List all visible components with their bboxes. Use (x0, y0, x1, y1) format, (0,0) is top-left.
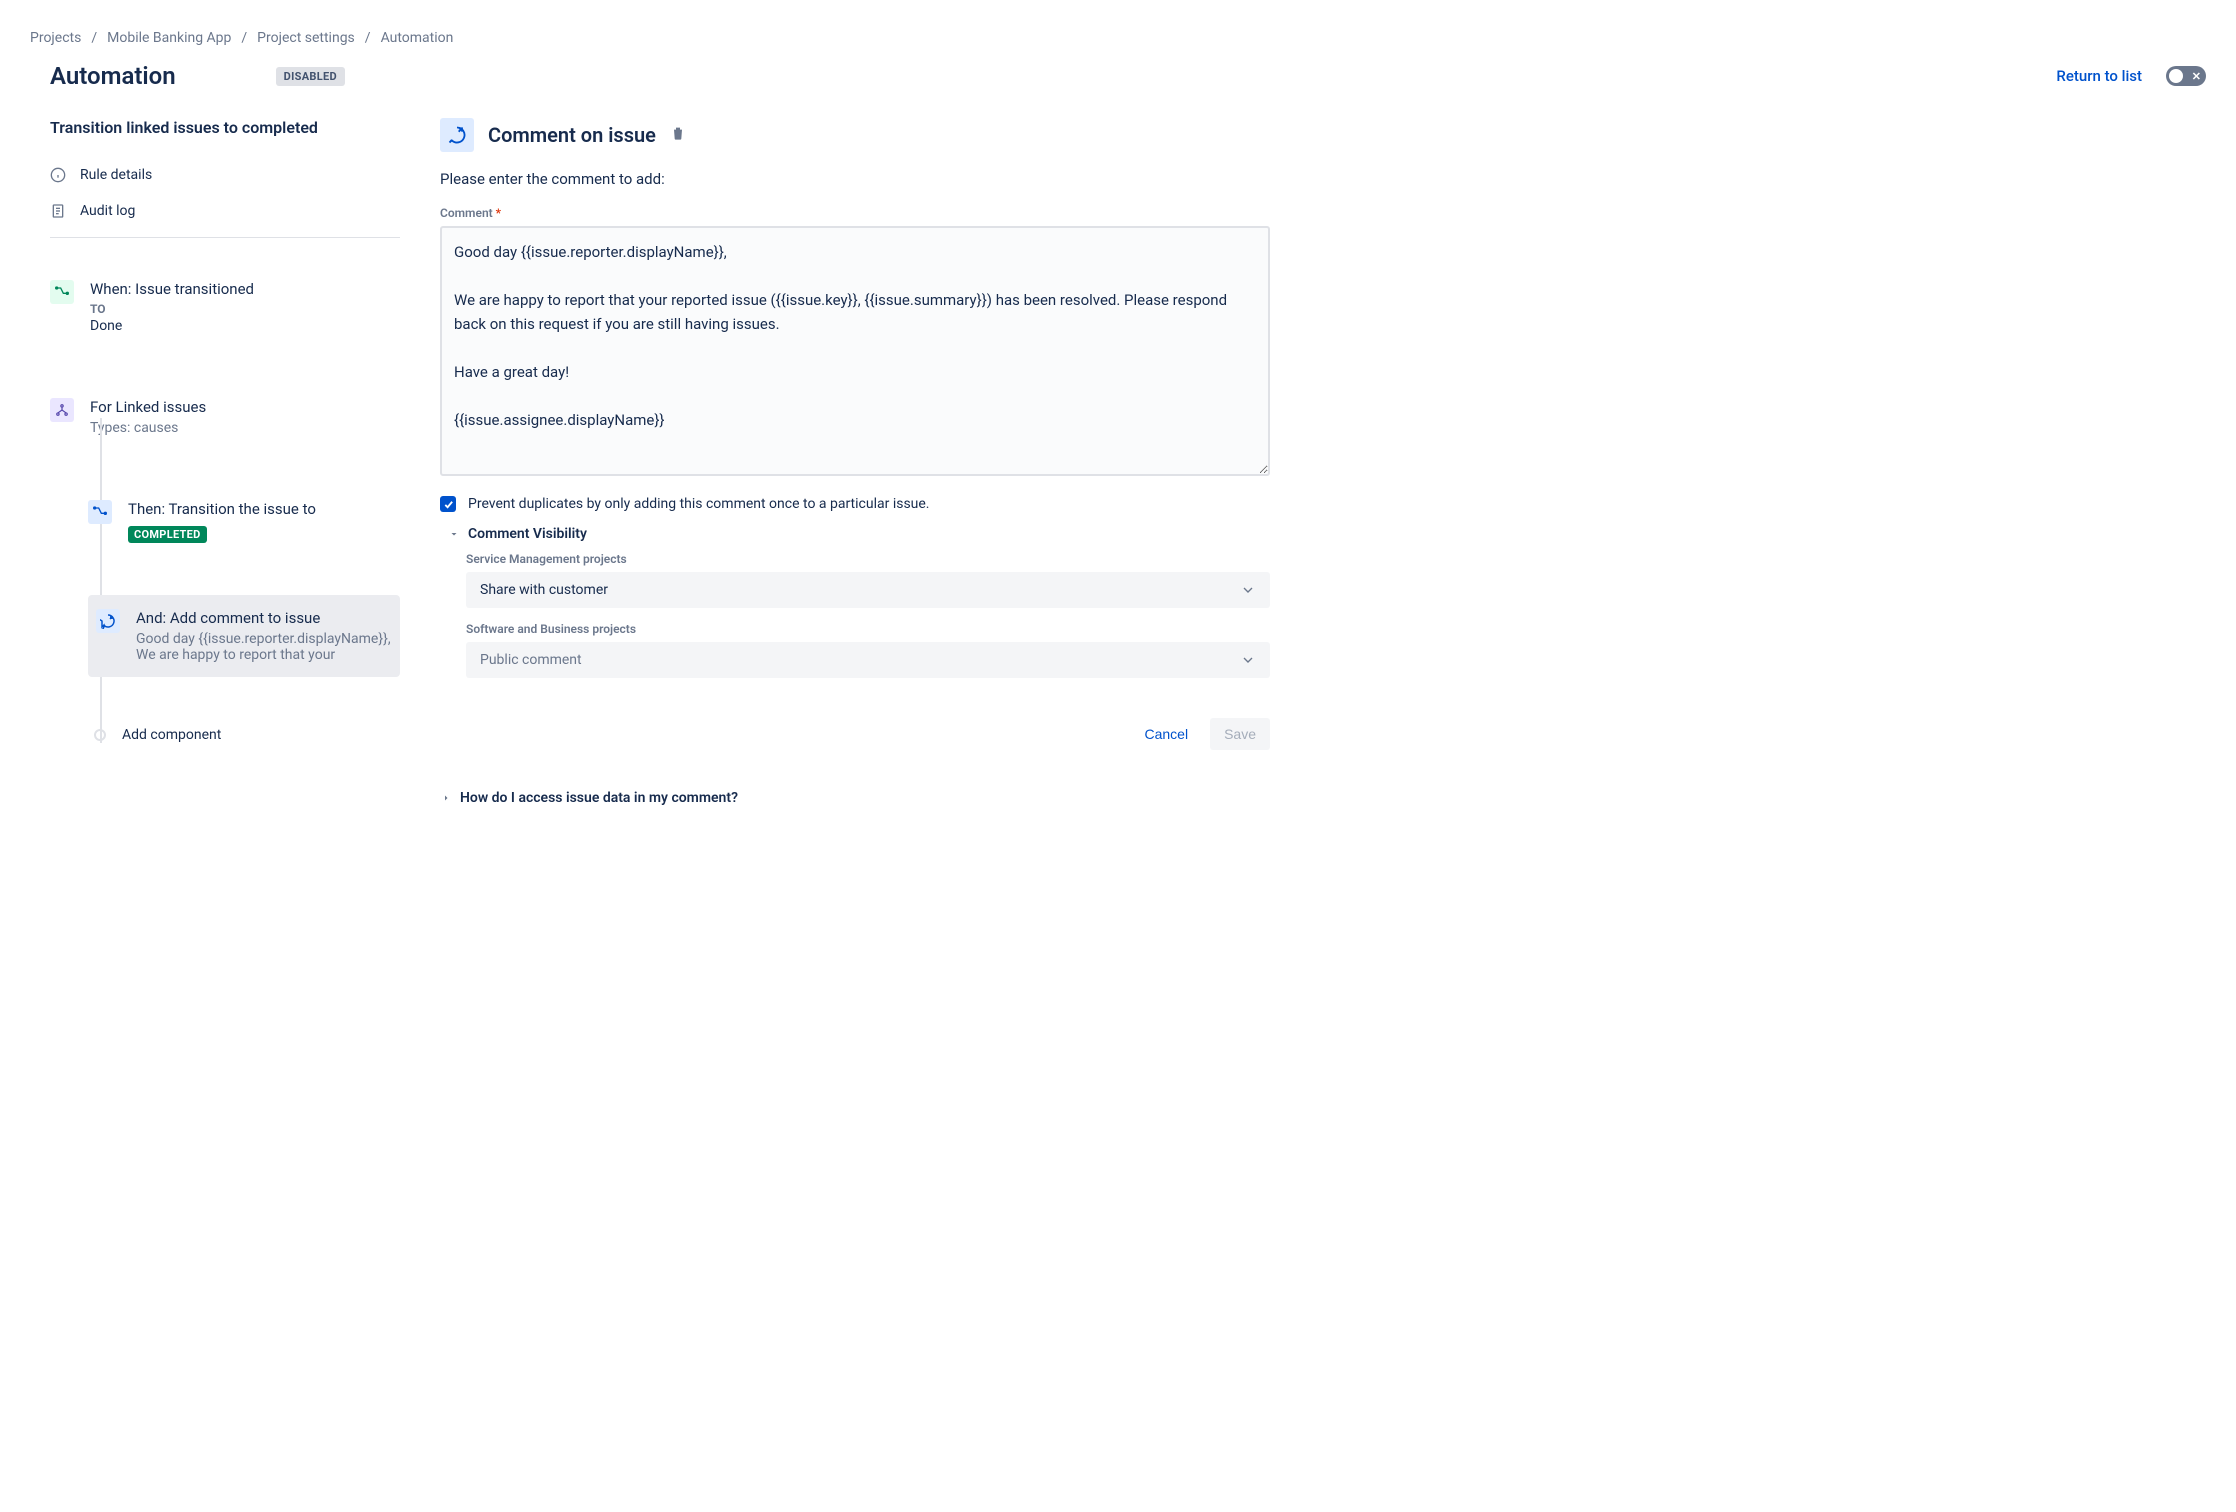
sb-projects-label: Software and Business projects (466, 622, 1270, 636)
rule-details-link[interactable]: Rule details (50, 157, 400, 193)
chain-then-title: Then: Transition the issue to (128, 500, 400, 518)
check-icon (443, 499, 454, 510)
breadcrumb-settings[interactable]: Project settings (257, 30, 355, 46)
info-icon (50, 167, 66, 183)
comment-action-icon (440, 118, 474, 152)
chevron-down-icon (1240, 582, 1256, 598)
chain-for-title: For Linked issues (90, 398, 400, 416)
chain-for-meta: Types: causes (90, 420, 400, 436)
comment-field-label: Comment (440, 206, 493, 220)
toggle-knob (2169, 69, 2183, 83)
add-component-button[interactable]: Add component (88, 727, 400, 743)
sm-projects-label: Service Management projects (466, 552, 1270, 566)
sb-visibility-select[interactable]: Public comment (466, 642, 1270, 678)
chain-for-branch[interactable]: For Linked issues Types: causes (50, 386, 400, 448)
page-title: Automation (50, 62, 176, 90)
close-icon: ✕ (2192, 71, 2201, 82)
add-component-label: Add component (122, 727, 221, 743)
chevron-right-icon (440, 792, 452, 804)
chain-when-title: When: Issue transitioned (90, 280, 400, 298)
transition-icon (88, 500, 112, 524)
delete-action-button[interactable] (670, 125, 686, 145)
sb-visibility-value: Public comment (480, 652, 582, 668)
status-badge: DISABLED (276, 67, 345, 86)
prevent-duplicates-label: Prevent duplicates by only adding this c… (468, 496, 930, 512)
cancel-button[interactable]: Cancel (1130, 718, 1202, 750)
chain-when-trigger[interactable]: When: Issue transitioned TO Done (50, 268, 400, 346)
trigger-icon (50, 280, 74, 304)
completed-badge: COMPLETED (128, 526, 207, 543)
rule-enabled-toggle[interactable]: ✕ (2166, 66, 2206, 86)
comment-icon (96, 609, 120, 633)
breadcrumb-current: Automation (381, 30, 454, 46)
chain-then-action[interactable]: Then: Transition the issue to COMPLETED (88, 488, 400, 555)
rule-details-label: Rule details (80, 167, 152, 183)
breadcrumb-separator: / (365, 30, 371, 46)
breadcrumb: Projects / Mobile Banking App / Project … (30, 30, 2206, 46)
breadcrumb-separator: / (91, 30, 97, 46)
branch-icon (50, 398, 74, 422)
chain-and-preview: Good day {{issue.reporter.displayName}},… (136, 631, 392, 663)
audit-log-link[interactable]: Audit log (50, 193, 400, 229)
breadcrumb-separator: / (241, 30, 247, 46)
breadcrumb-project-name[interactable]: Mobile Banking App (107, 30, 231, 46)
chevron-down-icon (448, 528, 460, 540)
chain-when-value: Done (90, 318, 400, 334)
content-description: Please enter the comment to add: (440, 170, 1270, 188)
prevent-duplicates-checkbox[interactable] (440, 496, 456, 512)
comment-textarea[interactable] (440, 226, 1270, 476)
sm-visibility-value: Share with customer (480, 582, 608, 598)
trash-icon (670, 125, 686, 141)
return-to-list-link[interactable]: Return to list (2056, 67, 2142, 85)
breadcrumb-projects[interactable]: Projects (30, 30, 81, 46)
sm-visibility-select[interactable]: Share with customer (466, 572, 1270, 608)
required-indicator: * (496, 206, 501, 220)
chain-and-action[interactable]: And: Add comment to issue Good day {{iss… (88, 595, 400, 677)
access-data-label: How do I access issue data in my comment… (460, 790, 738, 806)
access-data-toggle[interactable]: How do I access issue data in my comment… (440, 790, 1270, 806)
content-title: Comment on issue (488, 123, 656, 147)
rule-name: Transition linked issues to completed (50, 118, 400, 137)
save-button[interactable]: Save (1210, 718, 1270, 750)
add-circle-icon (94, 729, 106, 741)
chain-when-sub: TO (90, 302, 400, 316)
comment-visibility-toggle[interactable]: Comment Visibility (448, 526, 1270, 542)
chevron-down-icon (1240, 652, 1256, 668)
comment-visibility-label: Comment Visibility (468, 526, 587, 542)
chain-and-title: And: Add comment to issue (136, 609, 392, 627)
document-icon (50, 203, 66, 219)
audit-log-label: Audit log (80, 203, 135, 219)
